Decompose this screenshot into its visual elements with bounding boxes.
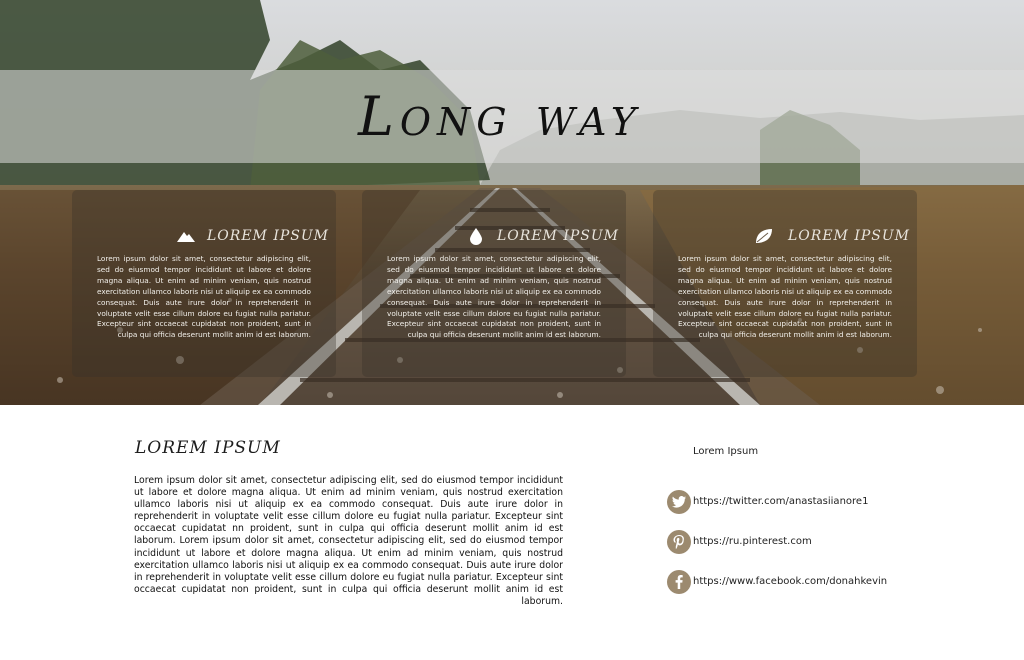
section-text: Lorem ipsum dolor sit amet, consectetur … <box>134 475 563 607</box>
social-link-facebook[interactable]: https://www.facebook.com/donahkevin <box>667 570 967 594</box>
pinterest-link[interactable]: https://ru.pinterest.com <box>693 536 812 547</box>
feature-card: LOREM IPSUM Lorem ipsum dolor sit amet, … <box>72 190 336 377</box>
card-text: Lorem ipsum dolor sit amet, consectetur … <box>97 254 311 340</box>
card-header: LOREM IPSUM <box>653 226 917 246</box>
feature-card: LOREM IPSUM Lorem ipsum dolor sit amet, … <box>653 190 917 377</box>
card-header: LOREM IPSUM <box>362 226 626 246</box>
card-header: LOREM IPSUM <box>72 226 336 246</box>
aside-heading: Lorem Ipsum <box>693 446 759 457</box>
facebook-link[interactable]: https://www.facebook.com/donahkevin <box>693 576 887 587</box>
section-title: LOREM IPSUM <box>135 438 281 458</box>
twitter-icon[interactable] <box>667 490 691 514</box>
card-text: Lorem ipsum dolor sit amet, consectetur … <box>678 254 892 340</box>
card-text: Lorem ipsum dolor sit amet, consectetur … <box>387 254 601 340</box>
hero-section: Long way LOREM IPSUM Lorem ipsum dolor s… <box>0 0 1024 405</box>
card-title: LOREM IPSUM <box>207 228 329 244</box>
card-title: LOREM IPSUM <box>497 228 619 244</box>
title-banner: Long way <box>0 70 1024 163</box>
social-link-pinterest[interactable]: https://ru.pinterest.com <box>667 530 967 554</box>
water-drop-icon <box>465 226 487 246</box>
card-title: LOREM IPSUM <box>788 228 910 244</box>
leaf-icon <box>753 226 775 246</box>
social-link-twitter[interactable]: https://twitter.com/anastasiianore1 <box>667 490 967 514</box>
page-title: Long way <box>358 85 642 148</box>
twitter-link[interactable]: https://twitter.com/anastasiianore1 <box>693 496 868 507</box>
feature-card: LOREM IPSUM Lorem ipsum dolor sit amet, … <box>362 190 626 377</box>
mountain-icon <box>175 226 197 246</box>
facebook-icon[interactable] <box>667 570 691 594</box>
pinterest-icon[interactable] <box>667 530 691 554</box>
